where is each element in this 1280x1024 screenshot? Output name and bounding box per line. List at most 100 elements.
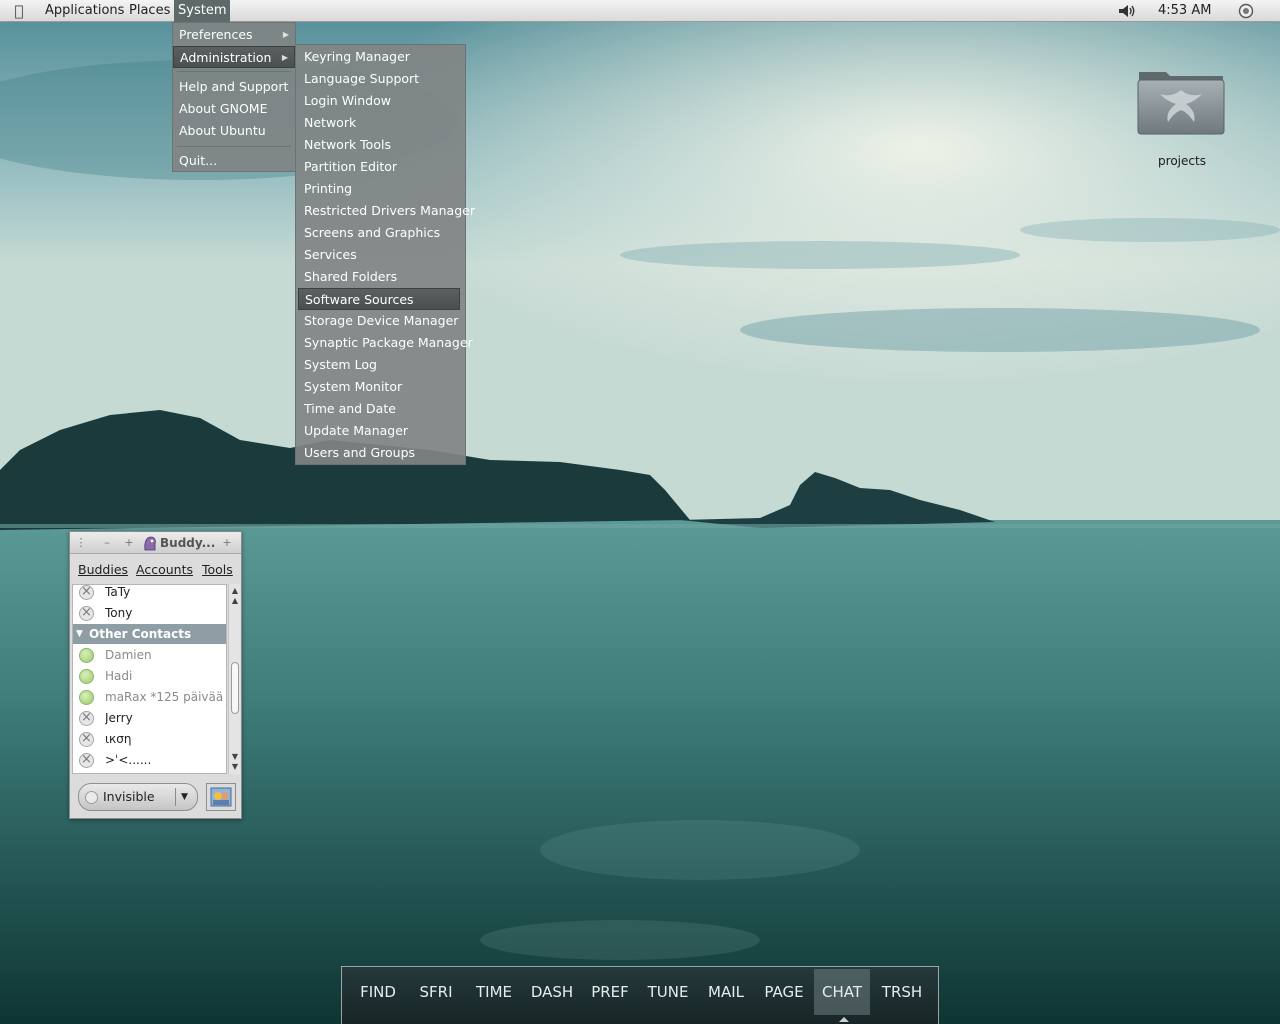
group-header-other-contacts[interactable]: ▼ Other Contacts [73, 624, 226, 644]
window-title: Buddy... [160, 536, 216, 550]
admin-item-language-support[interactable]: Language Support [298, 68, 464, 90]
scroll-down-icon[interactable]: ▼ [229, 762, 241, 772]
admin-item-restricted-drivers[interactable]: Restricted Drivers Manager [298, 200, 475, 222]
menu-item-administration[interactable]: Administration ▶ [173, 46, 295, 68]
dock-item-sfri[interactable]: SFRI [408, 969, 464, 1015]
offline-status-icon [79, 708, 94, 728]
admin-item-time-date[interactable]: Time and Date [298, 398, 464, 420]
admin-item-synaptic[interactable]: Synaptic Package Manager [298, 332, 473, 354]
status-divider [175, 788, 176, 806]
dock-item-pref[interactable]: PREF [582, 969, 638, 1015]
admin-item-system-log[interactable]: System Log [298, 354, 464, 376]
menu-tools[interactable]: Tools [202, 562, 233, 577]
administration-submenu: Keyring Manager Language Support Login W… [295, 44, 475, 465]
dock-item-tune[interactable]: TUNE [640, 969, 696, 1015]
window-menu-icon[interactable]: ⋮ [74, 535, 88, 551]
menu-accounts[interactable]: Accounts [136, 562, 193, 577]
invisible-status-icon [85, 791, 98, 804]
admin-item-network-tools[interactable]: Network Tools [298, 134, 464, 156]
folder-icon [1137, 72, 1225, 135]
system-menu-button[interactable]: System [174, 0, 231, 22]
menu-item-preferences[interactable]: Preferences ▶ [173, 24, 295, 46]
submenu-arrow-icon: ▶ [282, 30, 289, 39]
available-status-icon [79, 669, 94, 684]
buddy-name: Tony [105, 606, 133, 620]
window-titlebar[interactable]: ⋮ – + Buddy... + [70, 532, 241, 554]
admin-item-keyring-manager[interactable]: Keyring Manager [298, 46, 464, 68]
top-panel:  Applications Places System 4:53 AM [0, 0, 1280, 22]
admin-item-network[interactable]: Network [298, 112, 464, 134]
maximize-icon[interactable]: + [122, 535, 136, 551]
menu-item-help[interactable]: Help and Support [173, 76, 295, 98]
volume-icon[interactable] [1117, 3, 1137, 19]
list-item[interactable]: ιкση [73, 729, 226, 750]
list-item[interactable]: Tony [73, 603, 226, 624]
menu-item-about-ubuntu[interactable]: About Ubuntu [173, 120, 295, 142]
group-name: Other Contacts [89, 627, 192, 641]
applications-menu[interactable]: Applications [41, 0, 128, 22]
close-icon[interactable]: + [220, 535, 234, 551]
clock[interactable]: 4:53 AM [1158, 0, 1211, 22]
apple-logo-icon[interactable]:  [10, 2, 28, 20]
buddy-list: TaTy Tony ▼ Other Contacts Damien Hadi m… [72, 584, 227, 774]
dock-item-mail[interactable]: MAIL [698, 969, 754, 1015]
bottom-dock: FIND SFRI TIME DASH PREF TUNE MAIL PAGE … [341, 966, 939, 1024]
admin-item-shared-folders[interactable]: Shared Folders [298, 266, 464, 288]
buddy-name: maRax *125 päivää... [105, 690, 223, 704]
dock-item-chat[interactable]: CHAT [814, 969, 870, 1015]
places-menu[interactable]: Places [125, 0, 174, 22]
buddy-name: TaTy [105, 585, 131, 599]
status-selector[interactable]: Invisible ▼ [78, 783, 198, 811]
admin-item-screens-graphics[interactable]: Screens and Graphics [298, 222, 464, 244]
admin-item-software-sources[interactable]: Software Sources [298, 288, 460, 310]
available-status-icon [79, 648, 94, 663]
menu-item-about-gnome[interactable]: About GNOME [173, 98, 295, 120]
scroll-up-icon[interactable]: ▲ [229, 586, 241, 596]
admin-item-partition-editor[interactable]: Partition Editor [298, 156, 464, 178]
expander-down-icon[interactable]: ▼ [76, 624, 83, 644]
buddy-list-window: ⋮ – + Buddy... + Buddies Accounts Tools … [69, 531, 242, 819]
menu-buddies[interactable]: Buddies [78, 562, 128, 577]
dock-item-find[interactable]: FIND [350, 969, 406, 1015]
offline-status-icon [79, 729, 94, 749]
status-label: Invisible [103, 789, 155, 804]
session-icon[interactable] [1238, 3, 1254, 19]
admin-item-users-groups[interactable]: Users and Groups [298, 442, 464, 464]
list-item[interactable]: >ˈ<...... [73, 750, 226, 771]
dock-item-trsh[interactable]: TRSH [872, 969, 932, 1015]
pidgin-icon [144, 536, 156, 551]
scrollbar-thumb[interactable] [231, 662, 239, 714]
admin-item-services[interactable]: Services [298, 244, 464, 266]
menu-item-label: Preferences [179, 27, 253, 42]
menu-separator [177, 146, 291, 147]
admin-item-update-manager[interactable]: Update Manager [298, 420, 464, 442]
dock-item-page[interactable]: PAGE [756, 969, 812, 1015]
minimize-icon[interactable]: – [100, 535, 114, 551]
list-item[interactable]: Jerry [73, 708, 226, 729]
list-item[interactable]: Hadi [73, 666, 226, 687]
list-item[interactable]: TaTy [73, 585, 226, 603]
available-status-icon [79, 690, 94, 705]
chevron-down-icon[interactable]: ▼ [181, 784, 188, 810]
buddy-icon-button[interactable] [206, 783, 236, 811]
buddy-name: Damien [105, 648, 152, 662]
buddy-avatar-icon [210, 787, 232, 807]
scroll-down-icon[interactable]: ▼ [229, 752, 241, 762]
buddy-name: Hadi [105, 669, 133, 683]
active-indicator-icon [839, 1017, 849, 1022]
dock-item-dash[interactable]: DASH [524, 969, 580, 1015]
admin-item-system-monitor[interactable]: System Monitor [298, 376, 464, 398]
list-item[interactable]: Damien [73, 645, 226, 666]
buddy-name: Jerry [105, 711, 133, 725]
list-item[interactable]: maRax *125 päivää... [73, 687, 226, 708]
admin-item-printing[interactable]: Printing [298, 178, 464, 200]
admin-item-storage-device-manager[interactable]: Storage Device Manager [298, 310, 464, 332]
dock-item-time[interactable]: TIME [466, 969, 522, 1015]
submenu-arrow-icon: ▶ [281, 53, 288, 62]
admin-item-login-window[interactable]: Login Window [298, 90, 464, 112]
menu-item-quit[interactable]: Quit... [173, 150, 295, 172]
buddy-name: >ˈ<...... [105, 753, 152, 767]
scrollbar[interactable]: ▲ ▲ ▼ ▼ [228, 584, 240, 774]
desktop-icon-projects[interactable]: projects [1130, 66, 1234, 176]
scroll-up-icon[interactable]: ▲ [229, 596, 241, 606]
